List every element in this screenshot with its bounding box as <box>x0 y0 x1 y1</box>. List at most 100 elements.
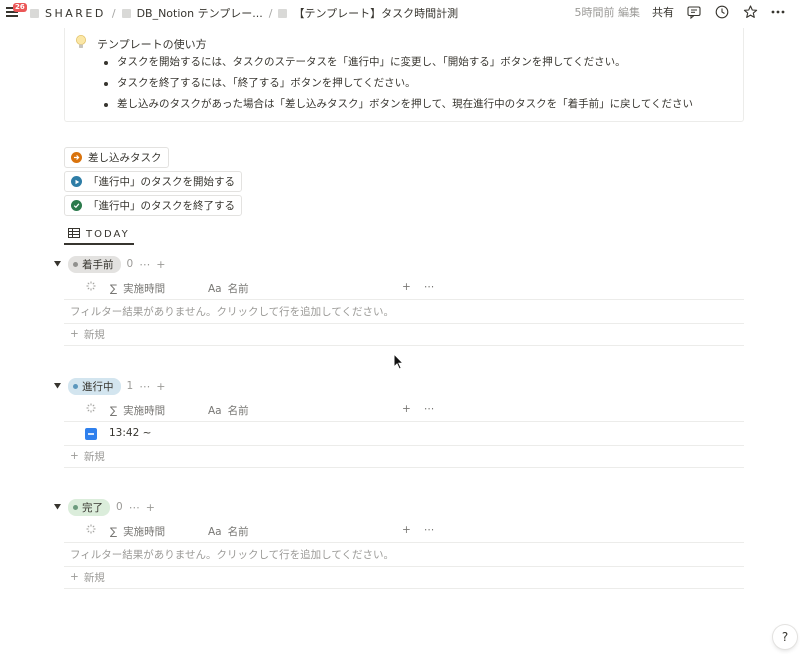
sum-icon: ∑ <box>110 525 118 538</box>
callout-list: タスクを開始するには、タスクのステータスを「進行中」に変更し、「開始する」ボタン… <box>103 54 693 117</box>
start-task-button[interactable]: 「進行中」のタスクを開始する <box>64 171 242 192</box>
status-dot-icon <box>73 504 78 510</box>
new-row-button[interactable]: + 新規 <box>64 445 744 468</box>
new-row-button[interactable]: + 新規 <box>64 566 744 589</box>
button-label: 「進行中」のタスクを終了する <box>88 200 235 212</box>
status-label: 進行中 <box>82 380 114 393</box>
add-column-icon[interactable]: + <box>402 524 411 536</box>
more-icon[interactable]: ⋯ <box>424 281 435 293</box>
breadcrumb-separator: / <box>268 6 273 20</box>
minus-box-icon[interactable] <box>85 428 97 443</box>
spinner-icon <box>86 403 96 413</box>
text-type-icon: Aa <box>208 404 222 417</box>
interrupt-task-button[interactable]: 差し込みタスク <box>64 147 169 168</box>
last-edited-label: 5時間前 編集 <box>574 6 641 19</box>
more-icon[interactable] <box>770 4 786 20</box>
sidebar-toggle-button[interactable]: 26 <box>6 3 27 20</box>
share-button[interactable]: 共有 <box>652 4 674 20</box>
history-icon[interactable] <box>714 4 730 20</box>
plus-icon: + <box>70 450 79 462</box>
sum-icon: ∑ <box>110 404 118 417</box>
new-row-label: 新規 <box>83 571 105 584</box>
more-icon[interactable]: ⋯ <box>129 501 140 514</box>
add-icon[interactable]: + <box>156 258 165 271</box>
new-row-label: 新規 <box>83 328 105 341</box>
page-icon <box>30 8 39 18</box>
callout-item: 差し込みのタスクがあった場合は「差し込みタスク」ボタンを押して、現在進行中のタス… <box>103 96 693 117</box>
callout-item: タスクを終了するには、「終了する」ボタンを押してください。 <box>103 75 693 96</box>
column-time[interactable]: ∑ 実施時間 <box>110 524 165 539</box>
toggle-triangle-icon[interactable] <box>52 502 62 512</box>
table-row[interactable]: 13:42 ~ <box>64 422 744 446</box>
button-label: 「進行中」のタスクを開始する <box>88 176 235 188</box>
column-name[interactable]: Aa 名前 <box>208 524 249 539</box>
empty-row[interactable]: フィルター結果がありません。クリックして行を追加してください。 <box>64 543 744 567</box>
table-icon <box>68 227 80 241</box>
end-task-button[interactable]: 「進行中」のタスクを終了する <box>64 195 242 216</box>
column-name-label: 名前 <box>227 283 249 295</box>
star-icon[interactable] <box>742 4 758 20</box>
column-time-label: 実施時間 <box>123 283 166 295</box>
status-dot-icon <box>73 383 78 389</box>
column-time[interactable]: ∑ 実施時間 <box>110 281 165 296</box>
text-type-icon: Aa <box>208 282 222 295</box>
column-name[interactable]: Aa 名前 <box>208 281 249 296</box>
spinner-icon <box>86 524 96 534</box>
plus-icon: + <box>70 571 79 583</box>
toggle-triangle-icon[interactable] <box>52 381 62 391</box>
more-icon[interactable]: ⋯ <box>139 380 150 393</box>
column-name[interactable]: Aa 名前 <box>208 403 249 418</box>
group-count: 0 <box>126 258 134 270</box>
add-icon[interactable]: + <box>156 380 165 393</box>
callout-item: タスクを開始するには、タスクのステータスを「進行中」に変更し、「開始する」ボタン… <box>103 54 693 75</box>
new-row-button[interactable]: + 新規 <box>64 323 744 346</box>
row-time-value: 13:42 ~ <box>109 427 152 439</box>
play-circle-icon <box>71 176 82 187</box>
empty-row[interactable]: フィルター結果がありません。クリックして行を追加してください。 <box>64 300 744 324</box>
callout-title: テンプレートの使い方 <box>97 38 207 51</box>
comment-icon[interactable] <box>686 4 702 20</box>
status-badge: 着手前 <box>68 255 121 273</box>
add-column-icon[interactable]: + <box>402 281 411 293</box>
breadcrumb: SHARED / DB_Notion テンプレー... / 【テンプレート】タス… <box>30 5 458 21</box>
notification-badge: 26 <box>13 3 27 12</box>
more-icon[interactable]: ⋯ <box>424 403 435 415</box>
column-header-row: ∑ 実施時間 Aa 名前 + ⋯ <box>64 398 744 422</box>
menu-icon-line <box>6 15 18 17</box>
arrow-right-circle-icon <box>71 152 82 163</box>
column-time[interactable]: ∑ 実施時間 <box>110 403 165 418</box>
page-icon <box>278 8 288 18</box>
breadcrumb-workspace[interactable]: SHARED <box>45 7 106 20</box>
column-time-label: 実施時間 <box>123 405 166 417</box>
status-label: 着手前 <box>82 258 114 271</box>
view-tab-today[interactable]: TODAY <box>68 224 130 244</box>
column-header-row: ∑ 実施時間 Aa 名前 + ⋯ <box>64 276 744 300</box>
new-row-label: 新規 <box>83 450 105 463</box>
column-header-row: ∑ 実施時間 Aa 名前 + ⋯ <box>64 519 744 543</box>
breadcrumb-current[interactable]: 【テンプレート】タスク時間計測 <box>293 5 458 21</box>
more-icon[interactable]: ⋯ <box>139 258 150 271</box>
group-header-not-started: 着手前 0 ⋯ + <box>52 255 165 273</box>
group-header-in-progress: 進行中 1 ⋯ + <box>52 377 165 395</box>
group-count: 1 <box>126 380 134 392</box>
toggle-triangle-icon[interactable] <box>52 259 62 269</box>
view-tab-underline <box>64 243 134 245</box>
status-dot-icon <box>73 261 78 267</box>
text-type-icon: Aa <box>208 525 222 538</box>
breadcrumb-parent[interactable]: DB_Notion テンプレー... <box>137 5 263 21</box>
add-column-icon[interactable]: + <box>402 403 411 415</box>
more-icon[interactable]: ⋯ <box>424 524 435 536</box>
usage-callout: テンプレートの使い方 タスクを開始するには、タスクのステータスを「進行中」に変更… <box>64 28 744 122</box>
sum-icon: ∑ <box>110 282 118 295</box>
status-badge: 進行中 <box>68 377 121 395</box>
add-icon[interactable]: + <box>146 501 155 514</box>
column-name-label: 名前 <box>227 405 249 417</box>
page-icon <box>121 8 131 18</box>
breadcrumb-separator: / <box>111 6 116 20</box>
group-count: 0 <box>116 501 123 513</box>
status-badge: 完了 <box>68 498 110 516</box>
button-label: 差し込みタスク <box>88 152 162 164</box>
column-name-label: 名前 <box>227 526 249 538</box>
help-button[interactable]: ? <box>773 625 797 649</box>
top-bar: 26 SHARED / DB_Notion テンプレー... / 【テンプレート… <box>0 0 800 24</box>
